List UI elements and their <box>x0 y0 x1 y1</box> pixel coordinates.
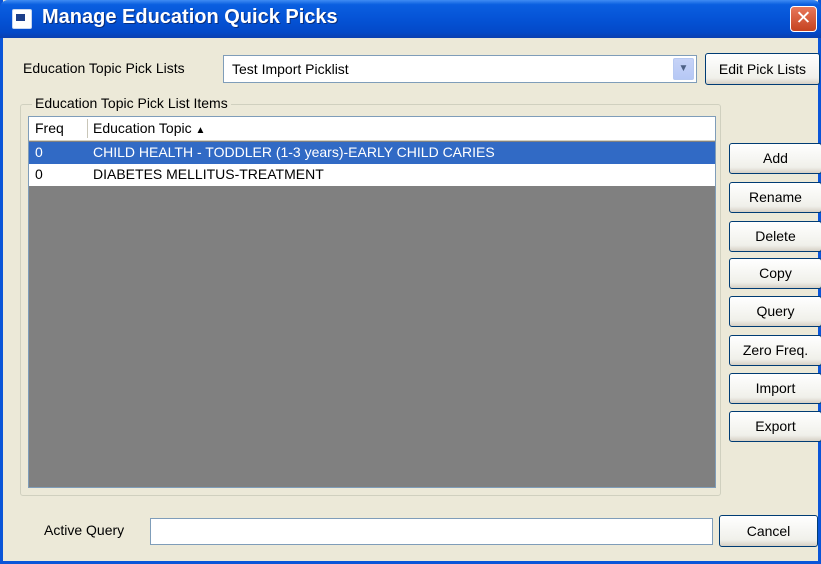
cell-education-topic: CHILD HEALTH - TODDLER (1-3 years)-EARLY… <box>93 144 495 160</box>
window-app-icon <box>12 9 32 29</box>
column-header-education-topic[interactable]: Education Topic ▲ <box>93 120 205 136</box>
sort-ascending-icon: ▲ <box>195 125 206 136</box>
add-button[interactable]: Add <box>729 143 821 174</box>
query-button[interactable]: Query <box>729 296 821 327</box>
cancel-button[interactable]: Cancel <box>719 515 818 547</box>
picklist-selected-value: Test Import Picklist <box>232 61 349 77</box>
list-header: Freq Education Topic ▲ <box>29 117 715 141</box>
picklist-dropdown[interactable]: Test Import Picklist ▼ <box>223 55 697 83</box>
active-query-label: Active Query <box>44 522 125 538</box>
close-icon[interactable]: ✕ <box>790 6 817 32</box>
column-header-freq[interactable]: Freq <box>35 120 64 136</box>
chevron-down-icon[interactable]: ▼ <box>673 58 694 80</box>
picklist-label: Education Topic Pick Lists <box>23 60 185 76</box>
edit-pick-lists-button[interactable]: Edit Pick Lists <box>705 53 820 85</box>
window-title: Manage Education Quick Picks <box>42 6 338 28</box>
active-query-field[interactable] <box>150 518 713 545</box>
cell-education-topic: DIABETES MELLITUS-TREATMENT <box>93 166 324 182</box>
rename-button[interactable]: Rename <box>729 182 821 213</box>
zero-freq-button[interactable]: Zero Freq. <box>729 335 821 366</box>
column-divider[interactable] <box>87 119 88 138</box>
title-bar[interactable]: Manage Education Quick Picks ✕ <box>0 0 821 38</box>
table-row[interactable]: 0 CHILD HEALTH - TODDLER (1-3 years)-EARL… <box>29 142 715 164</box>
copy-button[interactable]: Copy <box>729 258 821 289</box>
groupbox-legend: Education Topic Pick List Items <box>32 95 231 111</box>
cell-freq: 0 <box>35 166 43 182</box>
table-row[interactable]: 0 DIABETES MELLITUS-TREATMENT <box>29 164 715 186</box>
cell-freq: 0 <box>35 144 43 160</box>
export-button[interactable]: Export <box>729 411 821 442</box>
dialog-window: Manage Education Quick Picks ✕ Education… <box>0 0 821 564</box>
import-button[interactable]: Import <box>729 373 821 404</box>
topic-list[interactable]: Freq Education Topic ▲ 0 CHILD HEALTH - T… <box>28 116 716 488</box>
delete-button[interactable]: Delete <box>729 221 821 252</box>
